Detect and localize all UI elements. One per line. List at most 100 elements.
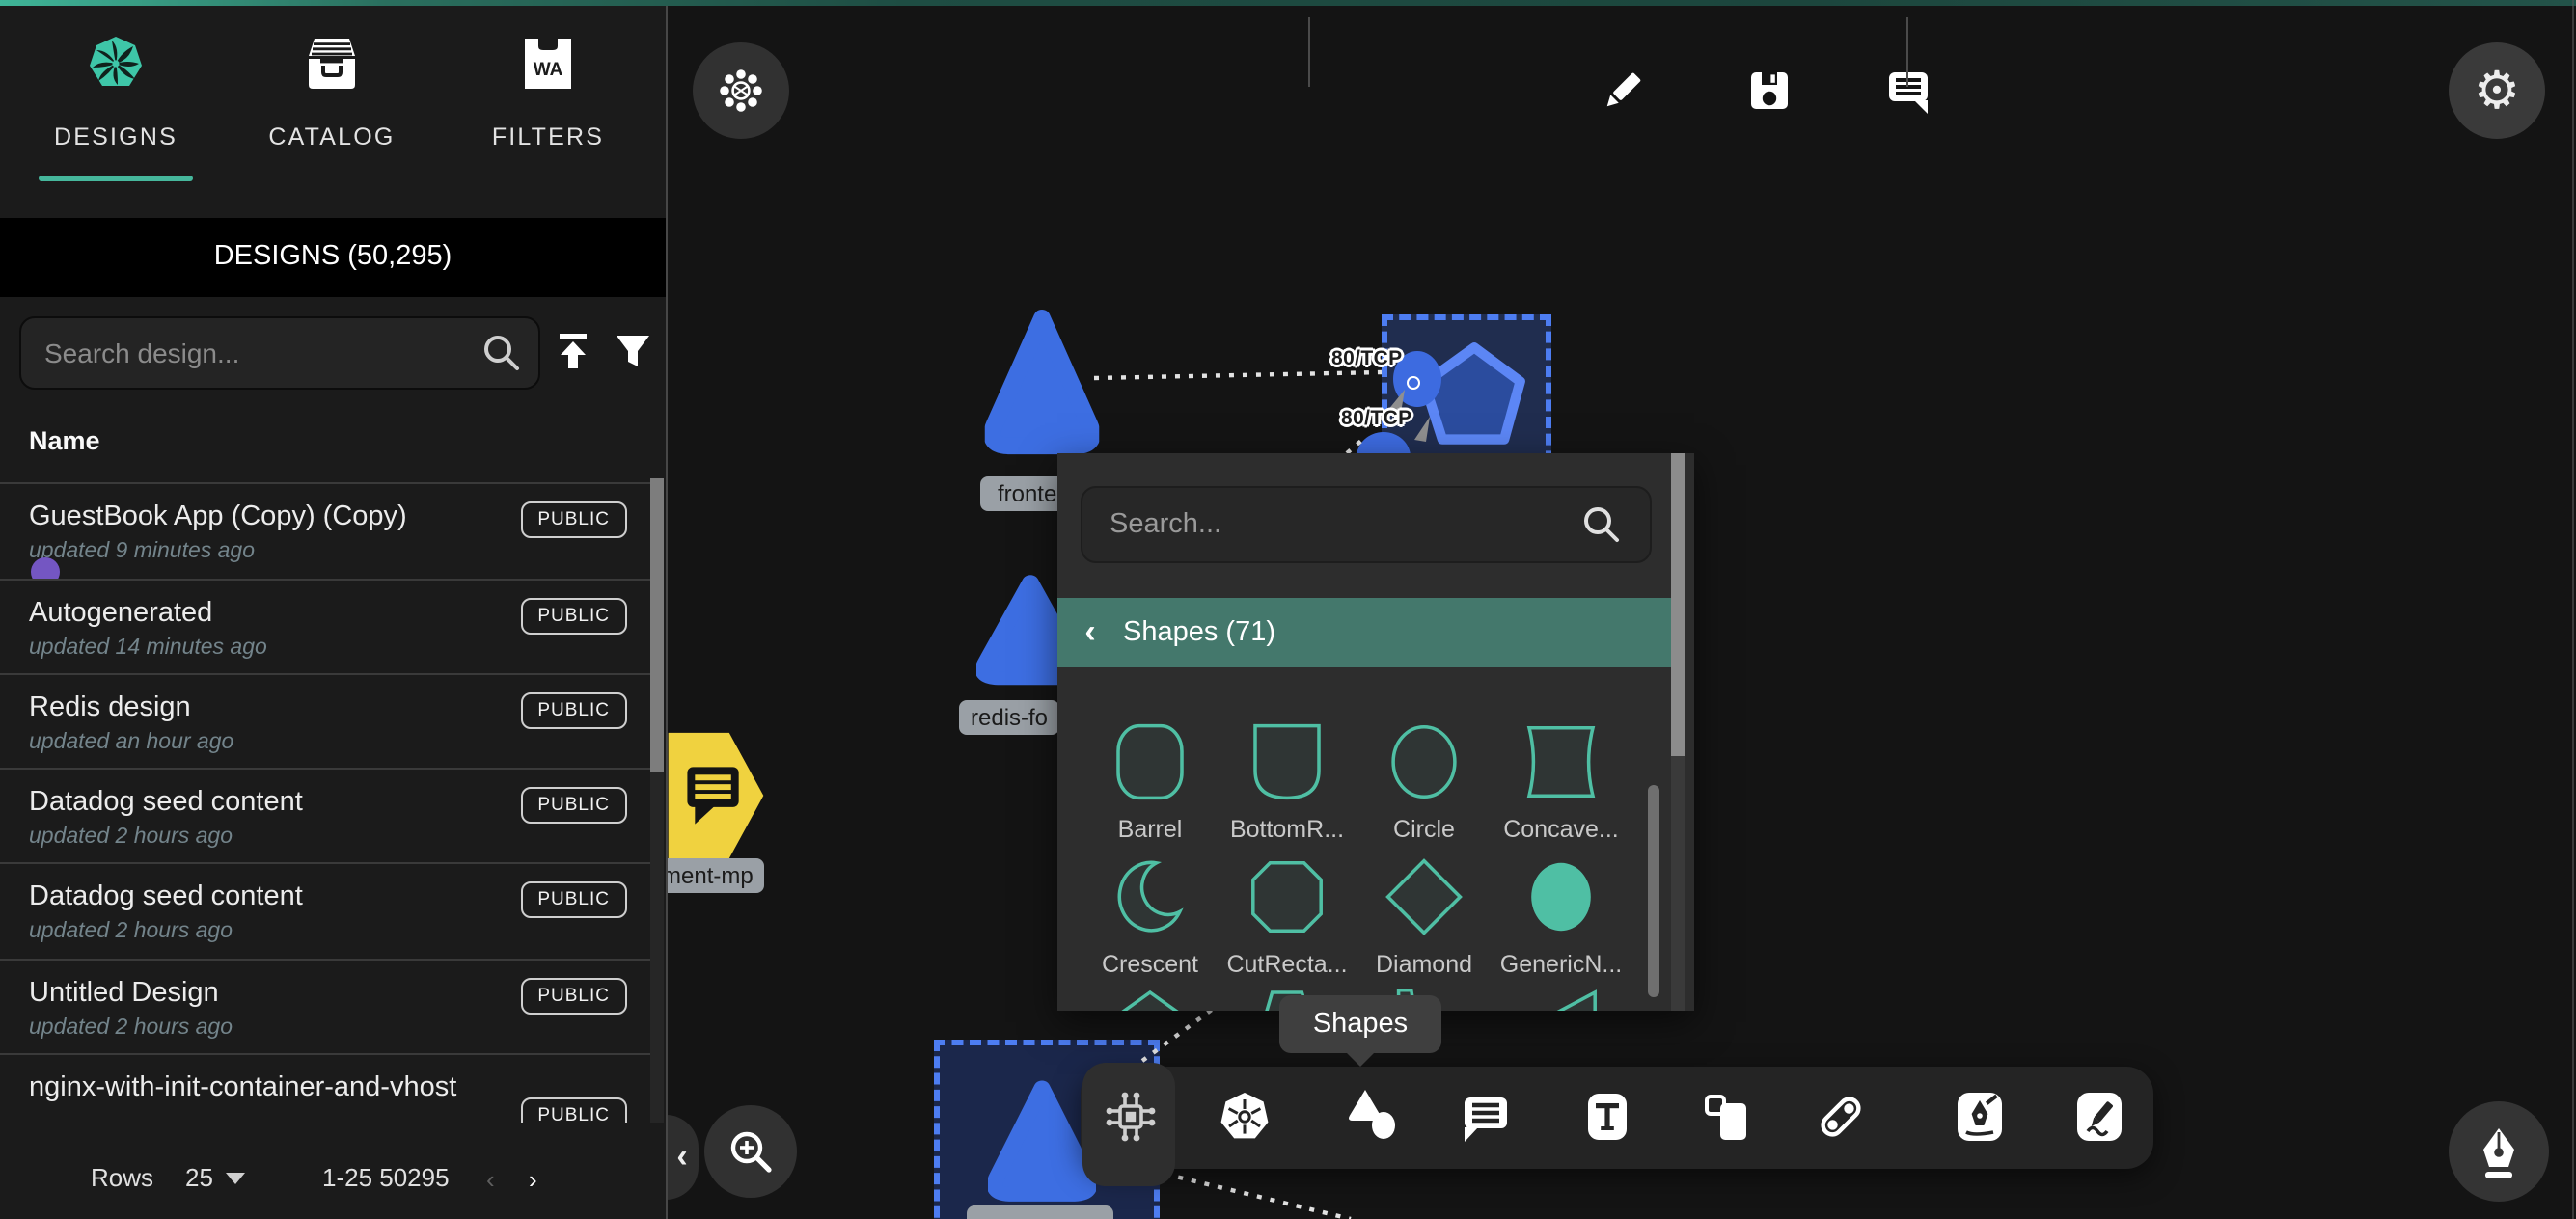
dock-note-button[interactable] [1698, 1088, 1756, 1146]
filter-funnel-icon[interactable] [612, 330, 654, 372]
design-row[interactable]: Datadog seed content updated 2 hours ago… [0, 768, 650, 866]
design-search-input[interactable] [41, 318, 463, 388]
dock-text-button[interactable] [1578, 1088, 1636, 1146]
tab-filters[interactable]: WA FILTERS [448, 15, 648, 185]
design-name: Redis design [29, 692, 191, 723]
save-icon[interactable] [1744, 66, 1795, 116]
svg-text:WA: WA [534, 60, 563, 80]
design-name: Datadog seed content [29, 881, 303, 912]
panel-scrollbar-thumb[interactable] [1671, 453, 1685, 756]
design-name: nginx-with-init-container-and-vhost [29, 1072, 456, 1103]
owner-avatar [31, 557, 60, 579]
tab-catalog[interactable]: CATALOG [232, 15, 432, 185]
design-search-box [19, 316, 540, 390]
zoom-in-icon [726, 1126, 776, 1177]
design-row[interactable]: Redis design updated an hour ago PUBLIC [0, 673, 650, 772]
grid-scrollbar-thumb[interactable] [1648, 785, 1659, 997]
active-tab-indicator [39, 176, 193, 181]
design-updated: updated 2 hours ago [29, 920, 233, 943]
shape-item-partial[interactable] [1082, 982, 1218, 1011]
tab-filters-label: FILTERS [448, 123, 648, 150]
catalog-archive-icon [303, 35, 361, 93]
column-header-name: Name [29, 426, 100, 455]
design-row[interactable]: GuestBook App (Copy) (Copy) updated 9 mi… [0, 482, 650, 581]
shapes-category-label: Shapes (71) [1123, 617, 1275, 648]
dock-pen-tool-button[interactable] [1951, 1088, 2009, 1146]
design-updated: updated 2 hours ago [29, 826, 233, 849]
component-flower-icon [716, 66, 766, 116]
sidebar: DESIGNS CATALOG WA FI [0, 0, 668, 1219]
dock-comment-button[interactable] [1457, 1088, 1515, 1146]
pagination-bar: Rows 25 1-25 50295 ‹ › [0, 1138, 666, 1219]
shapes-search-box [1081, 486, 1652, 563]
next-page-button[interactable]: › [529, 1163, 537, 1198]
designs-count-title: DESIGNS (50,295) [0, 241, 666, 272]
visibility-badge: PUBLIC [520, 692, 627, 729]
pagination-range: 1-25 50295 [322, 1163, 450, 1192]
rows-per-page-label: Rows [91, 1163, 153, 1192]
window-right-edge [2571, 0, 2574, 1219]
design-row[interactable]: Datadog seed content updated 2 hours ago… [0, 862, 650, 961]
shape-item-barrel[interactable]: Barrel [1082, 719, 1218, 843]
design-row[interactable]: Autogenerated updated 14 minutes ago PUB… [0, 579, 650, 677]
design-row[interactable]: Untitled Design updated 2 hours ago PUBL… [0, 959, 650, 1057]
chevron-left-icon: ‹ [676, 1138, 687, 1177]
zoom-in-button[interactable] [704, 1105, 797, 1198]
visibility-badge: PUBLIC [520, 1097, 627, 1123]
sidebar-header: DESIGNS (50,295) [0, 218, 666, 297]
design-name: GuestBook App (Copy) (Copy) [29, 501, 407, 532]
dock-link-button[interactable] [1812, 1088, 1870, 1146]
meshery-designs-icon [87, 35, 145, 93]
upload-design-icon[interactable] [552, 330, 594, 372]
dock-divider [1906, 17, 1908, 87]
rows-per-page-caret-icon[interactable] [226, 1173, 245, 1184]
shapes-tooltip: Shapes [1279, 995, 1441, 1053]
search-icon [1580, 503, 1623, 546]
shapes-tooltip-label: Shapes [1313, 1009, 1408, 1040]
design-pen-fab[interactable] [2449, 1101, 2549, 1202]
dock-shapes-button[interactable] [1345, 1086, 1403, 1144]
port-label-2: 80/TCP [1341, 407, 1412, 430]
prev-page-button[interactable]: ‹ [486, 1163, 495, 1198]
port-label-1: 80/TCP [1331, 347, 1403, 370]
edit-pencil-icon[interactable] [1598, 66, 1648, 116]
comments-icon[interactable] [1883, 66, 1933, 116]
visibility-badge: PUBLIC [520, 787, 627, 824]
dock-divider [1308, 17, 1310, 87]
tab-catalog-label: CATALOG [232, 123, 432, 150]
shape-item-crescent[interactable]: Crescent [1082, 854, 1218, 978]
shape-item-genericnode[interactable]: GenericN... [1494, 854, 1629, 978]
canvas-mode-button[interactable] [693, 42, 789, 139]
tab-designs-label: DESIGNS [15, 123, 216, 150]
shape-item-circle[interactable]: Circle [1357, 719, 1492, 843]
design-updated: updated an hour ago [29, 731, 233, 754]
gear-icon: ⚙ [2474, 42, 2520, 139]
design-name: Datadog seed content [29, 787, 303, 818]
shape-item-diamond[interactable]: Diamond [1357, 854, 1492, 978]
design-name: Untitled Design [29, 978, 219, 1009]
search-icon [480, 332, 523, 374]
rows-per-page-select[interactable]: 25 [185, 1163, 213, 1192]
shape-item-bottomround[interactable]: BottomR... [1219, 719, 1355, 843]
design-updated: updated 14 minutes ago [29, 637, 267, 660]
dock-components-button[interactable] [1102, 1088, 1160, 1146]
sidebar-scrollbar-thumb[interactable] [650, 478, 664, 772]
shapes-category-header[interactable]: ‹ Shapes (71) [1057, 598, 1671, 667]
chevron-left-icon[interactable]: ‹ [1057, 613, 1123, 652]
visibility-badge: PUBLIC [520, 501, 627, 538]
dock-freehand-button[interactable] [2070, 1088, 2128, 1146]
visibility-badge: PUBLIC [520, 978, 627, 1015]
shape-item-cutrectangle[interactable]: CutRecta... [1219, 854, 1355, 978]
design-row[interactable]: nginx-with-init-container-and-vhost PUBL… [0, 1053, 650, 1123]
shapes-search-input[interactable] [1106, 488, 1576, 561]
tab-designs[interactable]: DESIGNS [15, 15, 216, 185]
design-canvas[interactable]: frontend redis-fo ment-mp 80/TCP 8 [666, 0, 2576, 1219]
window-accent-line [0, 0, 2576, 6]
shapes-panel: ‹ Shapes (71) Barrel BottomR... Circle C… [1057, 453, 1694, 1011]
dock-kubernetes-button[interactable] [1216, 1088, 1274, 1146]
shape-item-partial[interactable] [1494, 982, 1629, 1011]
pen-nib-icon [2472, 1124, 2526, 1178]
shape-item-concave[interactable]: Concave... [1494, 719, 1629, 843]
settings-button[interactable]: ⚙ [2449, 42, 2545, 139]
app-root: DESIGNS CATALOG WA FI [0, 0, 2576, 1219]
